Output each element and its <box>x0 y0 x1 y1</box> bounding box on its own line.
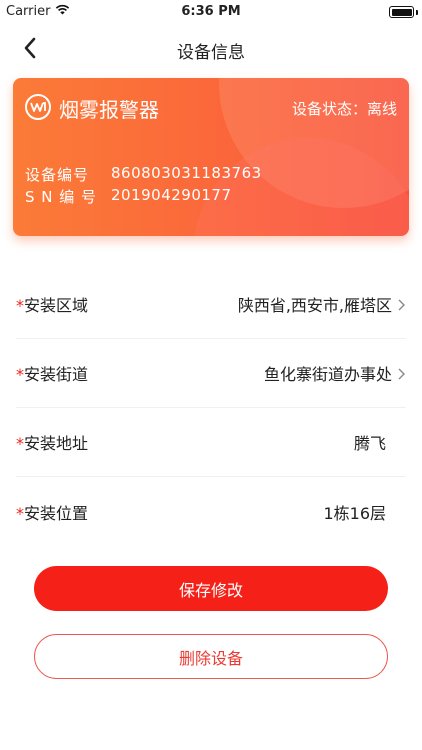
install-street-label: *安装街道 <box>16 361 88 385</box>
install-street-value[interactable]: 鱼化寨街道办事处 <box>264 361 406 385</box>
device-status: 设备状态：离线 <box>291 100 397 118</box>
device-card: 烟雾报警器 设备状态：离线 设备编号 860803031183763 S N 编… <box>13 78 409 236</box>
battery-tip <box>416 10 418 15</box>
install-info-form: *安装区域 陕西省,西安市,雁塔区 *安装街道 鱼化寨街道办事处 *安装地址 腾… <box>0 270 422 546</box>
install-street-value-text: 鱼化寨街道办事处 <box>263 365 392 384</box>
sn-number-value: 201904290177 <box>111 186 232 204</box>
device-number-row: 设备编号 860803031183763 <box>25 164 262 185</box>
page-title: 设备信息 <box>177 43 245 63</box>
install-position-row[interactable]: *安装位置 1栋16层 <box>16 477 406 546</box>
status-time: 6:36 PM <box>181 4 241 19</box>
install-address-input[interactable]: 腾飞 <box>354 430 406 454</box>
chevron-right-icon <box>396 366 406 380</box>
sn-number-label: S N 编 号 <box>25 188 98 206</box>
install-area-label: *安装区域 <box>16 292 88 316</box>
install-position-label: *安装位置 <box>16 500 88 524</box>
install-position-label-text: 安装位置 <box>24 503 89 523</box>
install-street-row[interactable]: *安装街道 鱼化寨街道办事处 <box>16 339 406 408</box>
required-mark: * <box>16 296 24 315</box>
device-logo-icon <box>25 94 51 120</box>
status-bar: Carrier 6:36 PM <box>0 0 422 24</box>
install-position-input[interactable]: 1栋16层 <box>323 500 406 524</box>
install-street-label-text: 安装街道 <box>24 365 89 384</box>
required-mark: * <box>16 434 24 453</box>
battery-icon <box>389 6 414 18</box>
nav-bar: 设备信息 <box>0 28 422 72</box>
delete-device-button[interactable]: 删除设备 <box>34 634 388 679</box>
device-name: 烟雾报警器 <box>59 98 159 122</box>
device-number-value: 860803031183763 <box>111 164 262 182</box>
install-area-value-text: 陕西省,西安市,雁塔区 <box>237 296 392 315</box>
chevron-right-icon <box>396 297 406 311</box>
required-mark: * <box>16 365 24 384</box>
install-area-label-text: 安装区域 <box>24 296 89 315</box>
required-mark: * <box>16 503 24 523</box>
install-area-value[interactable]: 陕西省,西安市,雁塔区 <box>238 292 406 316</box>
install-address-label-text: 安装地址 <box>24 434 89 453</box>
install-address-row[interactable]: *安装地址 腾飞 <box>16 408 406 477</box>
battery-fill <box>391 8 412 16</box>
install-area-row[interactable]: *安装区域 陕西省,西安市,雁塔区 <box>16 270 406 339</box>
save-button[interactable]: 保存修改 <box>34 566 388 611</box>
install-address-label: *安装地址 <box>16 430 88 454</box>
device-number-label: 设备编号 <box>25 166 90 184</box>
sn-number-row: S N 编 号 201904290177 <box>25 186 232 207</box>
